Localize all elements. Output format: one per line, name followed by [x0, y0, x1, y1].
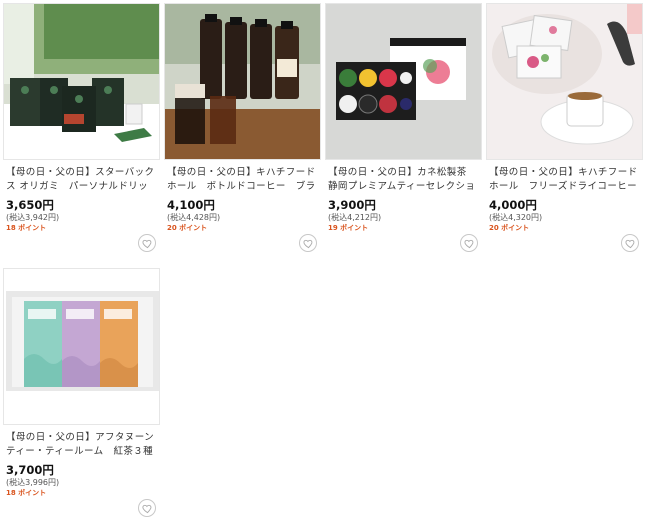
product-price-tax-included: (税込4,212円): [328, 213, 382, 222]
product-points: 20 ポイント: [489, 224, 530, 232]
product-points: 18 ポイント: [6, 489, 47, 497]
product-title[interactable]: 【母の日・父の日】キハチフードホール フリーズドライコーヒーセ…: [489, 166, 641, 194]
product-title[interactable]: 【母の日・父の日】アフタヌーンティー・ティールーム 紅茶３種詰…: [6, 431, 158, 459]
product-title[interactable]: 【母の日・父の日】キハチフードホール ボトルドコーヒー ブラッ…: [167, 166, 319, 194]
product-price: 3,650円: [6, 198, 54, 212]
product-points: 18 ポイント: [6, 224, 47, 232]
product-grid: 【母の日・父の日】スターバックス オリガミ パーソナルドリップ … 3,650円…: [0, 0, 645, 522]
product-price: 3,900円: [328, 198, 376, 212]
heart-icon: [141, 239, 151, 248]
product-price: 3,700円: [6, 463, 54, 477]
product-points: 20 ポイント: [167, 224, 208, 232]
product-price-tax-included: (税込3,942円): [6, 213, 60, 222]
favorite-button[interactable]: [621, 234, 639, 252]
product-price: 4,000円: [489, 198, 537, 212]
product-price-tax-included: (税込4,320円): [489, 213, 543, 222]
product-image-starbucks[interactable]: [3, 3, 160, 160]
product-title[interactable]: 【母の日・父の日】スターバックス オリガミ パーソナルドリップ …: [6, 166, 158, 194]
favorite-button[interactable]: [299, 234, 317, 252]
product-points: 19 ポイント: [328, 224, 369, 232]
product-price-tax-included: (税込4,428円): [167, 213, 221, 222]
favorite-button[interactable]: [138, 499, 156, 517]
heart-icon: [141, 504, 151, 513]
heart-icon: [624, 239, 634, 248]
favorite-button[interactable]: [460, 234, 478, 252]
product-title[interactable]: 【母の日・父の日】カネ松製茶 静岡プレミアムティーセレクション…: [328, 166, 480, 194]
product-image-kihachi-freeze-dried[interactable]: [486, 3, 643, 160]
product-image-afternoon-tea[interactable]: [3, 268, 160, 425]
favorite-button[interactable]: [138, 234, 156, 252]
product-image-kanematsu-tea[interactable]: [325, 3, 482, 160]
product-price-tax-included: (税込3,996円): [6, 478, 60, 487]
heart-icon: [302, 239, 312, 248]
heart-icon: [463, 239, 473, 248]
product-price: 4,100円: [167, 198, 215, 212]
product-image-kihachi-bottled[interactable]: [164, 3, 321, 160]
